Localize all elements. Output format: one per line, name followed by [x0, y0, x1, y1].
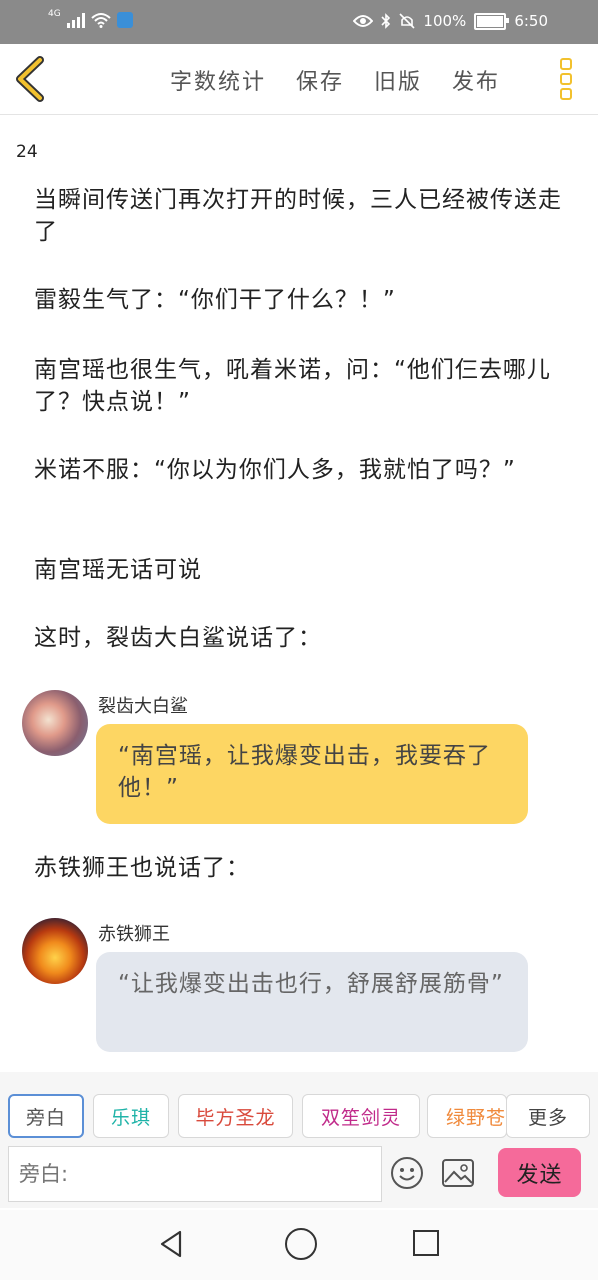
more-characters-button[interactable]: 更多	[506, 1094, 590, 1138]
nav-back-icon[interactable]	[156, 1228, 188, 1260]
old-version-button[interactable]: 旧版	[374, 64, 422, 96]
bluetooth-icon	[381, 13, 391, 29]
speaker-name: 裂齿大白鲨	[98, 696, 188, 717]
back-arrow-icon[interactable]	[10, 56, 54, 102]
network-type: 4G	[48, 9, 61, 19]
app-notification-icon	[116, 12, 133, 28]
nav-home-icon[interactable]	[285, 1228, 317, 1260]
compose-bar: 发送	[0, 1144, 598, 1208]
word-count-button[interactable]: 字数统计	[170, 64, 266, 96]
story-paragraph: 米诺不服：“你以为你们人多，我就怕了吗？”	[34, 457, 516, 483]
system-nav-bar	[0, 1210, 598, 1280]
speaker-name: 赤铁狮王	[98, 924, 170, 945]
dialogue-bubble[interactable]: “让我爆变出击也行，舒展舒展筋骨”	[96, 952, 528, 1052]
emoji-icon[interactable]	[390, 1156, 424, 1190]
save-button[interactable]: 保存	[296, 64, 344, 96]
lion-avatar[interactable]	[22, 918, 88, 984]
wifi-icon	[91, 13, 111, 28]
editor-toolbar: 字数统计 保存 旧版 发布	[0, 44, 598, 115]
publish-button[interactable]: 发布	[452, 64, 500, 96]
toolbar-actions: 字数统计 保存 旧版 发布	[170, 64, 500, 96]
story-content[interactable]: 24 当瞬间传送门再次打开的时候，三人已经被传送走了 雷毅生气了：“你们干了什么…	[0, 114, 598, 1072]
status-bar: 4G 100% 6:50	[0, 0, 598, 44]
story-paragraph: 雷毅生气了：“你们干了什么？！”	[34, 287, 396, 313]
chapter-number: 24	[16, 142, 38, 162]
image-icon[interactable]	[441, 1158, 475, 1188]
eye-icon	[353, 15, 374, 27]
character-chip-narrator[interactable]: 旁白	[8, 1094, 84, 1138]
mute-bell-icon	[399, 13, 415, 29]
dialogue-bubble[interactable]: “南宫瑶，让我爆变出击，我要吞了他！”	[96, 724, 528, 824]
status-right: 100% 6:50	[353, 12, 548, 30]
battery-percent: 100%	[423, 12, 467, 30]
send-button[interactable]: 发送	[498, 1148, 581, 1197]
story-paragraph: 南宫瑶无话可说	[34, 557, 202, 583]
character-chip[interactable]: 乐琪	[93, 1094, 169, 1138]
battery-icon	[474, 12, 510, 30]
clock: 6:50	[514, 12, 548, 30]
shark-avatar[interactable]	[22, 690, 88, 756]
story-paragraph: 赤铁狮王也说话了：	[34, 855, 250, 881]
story-paragraph: 当瞬间传送门再次打开的时候，三人已经被传送走了	[34, 187, 562, 245]
story-paragraph: 南宫瑶也很生气，吼着米诺，问：“他们仨去哪儿了？快点说！”	[34, 357, 551, 415]
nav-recents-icon[interactable]	[413, 1230, 439, 1256]
signal-icon	[66, 12, 85, 28]
character-chip[interactable]: 双笙剑灵	[302, 1094, 420, 1138]
story-paragraph: 这时，裂齿大白鲨说话了：	[34, 625, 322, 651]
character-chip[interactable]: 绿野苍	[427, 1094, 507, 1138]
more-menu-icon[interactable]	[556, 58, 576, 104]
status-left: 4G	[48, 9, 133, 28]
character-selector: 旁白 乐琪 毕方圣龙 双笙剑灵 绿野苍 更多	[0, 1072, 598, 1144]
character-chip[interactable]: 毕方圣龙	[178, 1094, 293, 1138]
message-input[interactable]	[8, 1146, 382, 1202]
